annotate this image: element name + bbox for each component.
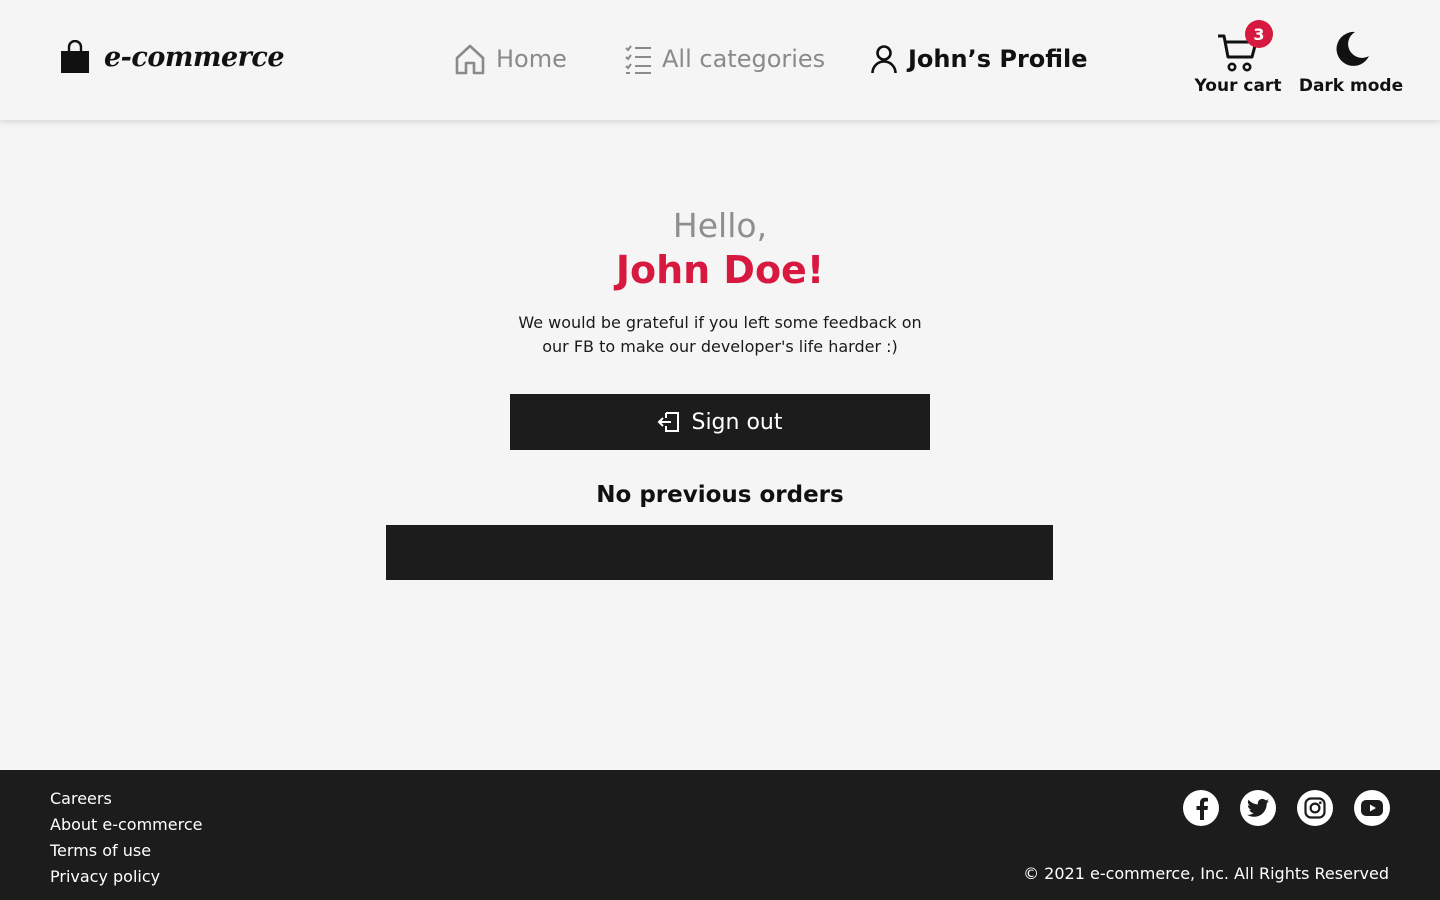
- footer-links: Careers About e-commerce Terms of use Pr…: [50, 786, 202, 890]
- youtube-icon[interactable]: [1354, 790, 1390, 826]
- site-footer: Careers About e-commerce Terms of use Pr…: [0, 770, 1440, 900]
- copyright-text: © 2021 e-commerce, Inc. All Rights Reser…: [1023, 864, 1389, 883]
- user-icon: [871, 45, 897, 74]
- sign-out-icon: [658, 412, 680, 432]
- nav-profile[interactable]: John’s Profile: [870, 40, 1088, 78]
- footer-link-careers[interactable]: Careers: [50, 786, 202, 812]
- facebook-icon[interactable]: [1183, 790, 1219, 826]
- sign-out-label: Sign out: [691, 409, 783, 435]
- footer-link-privacy[interactable]: Privacy policy: [50, 864, 202, 890]
- nav-categories-label: All categories: [662, 45, 826, 73]
- nav-all-categories[interactable]: All categories: [624, 40, 825, 78]
- cart-count-badge: 3: [1245, 20, 1273, 48]
- footer-link-terms[interactable]: Terms of use: [50, 838, 202, 864]
- social-links: [1183, 790, 1390, 826]
- dark-mode-toggle[interactable]: Dark mode: [1296, 30, 1406, 100]
- orders-list: [386, 525, 1053, 580]
- user-name: John Doe!: [615, 248, 825, 292]
- greeting: Hello,: [672, 206, 768, 245]
- cart-button[interactable]: 3 Your cart: [1190, 20, 1286, 100]
- feedback-text: We would be grateful if you left some fe…: [518, 313, 922, 356]
- nav-home-label: Home: [496, 45, 567, 73]
- list-icon: [625, 45, 651, 74]
- moon-icon: [1336, 31, 1369, 66]
- logo[interactable]: e-commerce: [60, 40, 285, 74]
- nav-home[interactable]: Home: [454, 40, 567, 78]
- shopping-bag-icon: [61, 40, 89, 73]
- logo-text: e-commerce: [104, 41, 285, 73]
- site-header: e-commerce Home All categories John’s Pr…: [0, 0, 1440, 120]
- nav-profile-label: John’s Profile: [908, 45, 1088, 73]
- twitter-icon[interactable]: [1240, 790, 1276, 826]
- sign-out-button[interactable]: Sign out: [510, 394, 930, 450]
- dark-mode-label: Dark mode: [1298, 76, 1404, 96]
- footer-link-about[interactable]: About e-commerce: [50, 812, 202, 838]
- cart-label: Your cart: [1194, 76, 1282, 96]
- instagram-icon[interactable]: [1297, 790, 1333, 826]
- orders-title: No previous orders: [596, 482, 844, 508]
- home-icon: [455, 44, 485, 75]
